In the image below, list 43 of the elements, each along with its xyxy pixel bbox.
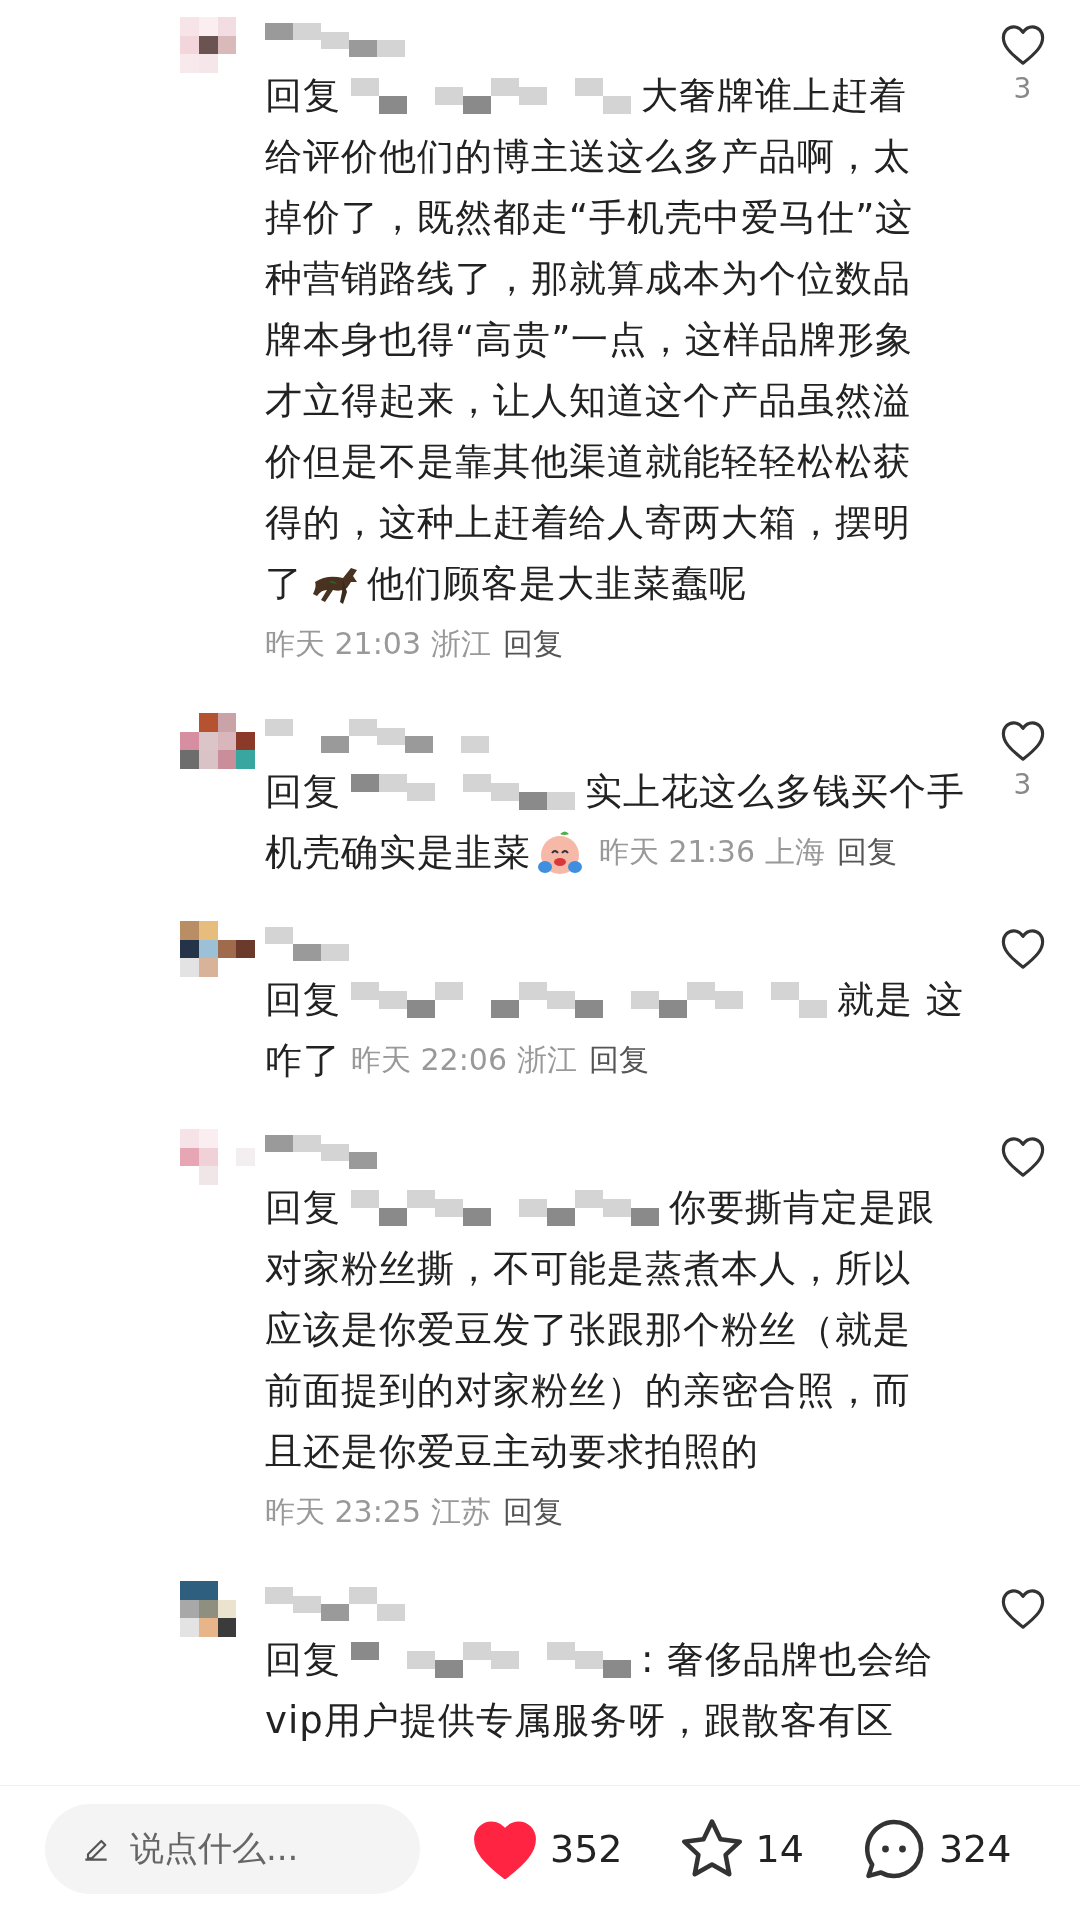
comment-text: 给评价他们的博主送这么多产品啊，太 xyxy=(265,133,911,180)
comment-text: 实上花这么多钱买个手 xyxy=(585,768,965,815)
comment-text: 才立得起来，让人知道这个产品虽然溢 xyxy=(265,377,911,424)
reply-link[interactable]: 回复 xyxy=(502,1492,563,1533)
comments-button[interactable]: 324 xyxy=(858,1815,1012,1883)
comment-text: 机壳确实是韭菜 xyxy=(265,829,531,876)
comment-text: 咋了 xyxy=(265,1037,341,1084)
comment-text: 回复 xyxy=(265,1636,341,1683)
comment-text: 回复 xyxy=(265,768,341,815)
comment-text: 应该是你爱豆发了张跟那个粉丝（就是 xyxy=(265,1306,911,1353)
comment-text: : 奢侈品牌也会给 xyxy=(641,1636,934,1683)
comment-meta: 昨天 22:06 浙江 xyxy=(351,1041,577,1079)
comment-text: 种营销路线了，那就算成本为个位数品 xyxy=(265,255,911,302)
reply-link[interactable]: 回复 xyxy=(836,832,897,873)
comment-text: 你要撕肯定是跟 xyxy=(669,1184,935,1231)
comment-meta: 昨天 23:25 江苏 xyxy=(265,1493,491,1531)
comment-text: 回复 xyxy=(265,1184,341,1231)
reply-link[interactable]: 回复 xyxy=(588,1040,649,1081)
comment-text: 掉价了，既然都走“手机壳中爱马仕”这 xyxy=(265,194,914,241)
comment-meta: 昨天 21:36 上海 xyxy=(599,833,825,871)
comment-text: 回复 xyxy=(265,976,341,1023)
comment-text: 他们顾客是大韭菜蠢呢 xyxy=(367,560,747,607)
comment-text: 对家粉丝撕，不可能是蒸煮本人，所以 xyxy=(265,1245,911,1292)
comment-text: 前面提到的对家粉丝）的亲密合照，而 xyxy=(265,1367,911,1414)
reply-link[interactable]: 回复 xyxy=(502,624,563,665)
like-button[interactable]: 352 xyxy=(470,1817,623,1881)
like-count: 3 xyxy=(1013,768,1032,802)
comment-text: 回复 xyxy=(265,72,341,119)
comment-text: 大奢牌谁上赶着 xyxy=(641,72,907,119)
avatar[interactable] xyxy=(180,919,255,979)
comment-text: 且还是你爱豆主动要求拍照的 xyxy=(265,1428,759,1475)
like-count: 3 xyxy=(1013,72,1032,106)
collect-button[interactable]: 14 xyxy=(677,1816,804,1882)
comment-text: 了 xyxy=(265,560,303,607)
comment-text: 就是 这 xyxy=(837,976,964,1023)
comment-input-field[interactable]: 说点什么... xyxy=(45,1804,420,1894)
input-placeholder: 说点什么... xyxy=(130,1827,299,1870)
comment-text: 牌本身也得“高贵”一点，这样品牌形象 xyxy=(265,316,914,363)
comment-text: vip用户提供专属服务呀，跟散客有区 xyxy=(265,1697,894,1744)
comment-text: 价但是不是靠其他渠道就能轻轻松松获 xyxy=(265,438,911,485)
avatar[interactable] xyxy=(180,711,255,771)
comment-meta: 昨天 21:03 浙江 xyxy=(265,625,491,663)
comment-text: 得的，这种上赶着给人寄两大箱，摆明 xyxy=(265,499,911,546)
